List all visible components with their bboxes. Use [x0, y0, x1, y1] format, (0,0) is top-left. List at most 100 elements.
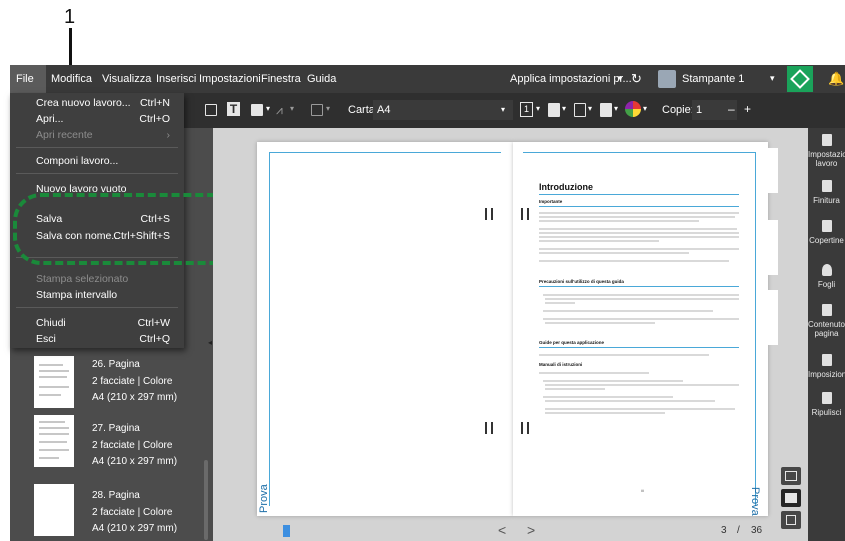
copies-value: 1	[696, 104, 703, 116]
page-number-icon[interactable]: 1	[520, 102, 533, 117]
section-heading: Importante	[539, 199, 563, 204]
job-settings-icon	[821, 134, 832, 146]
menu-finestra[interactable]: Finestra	[261, 73, 301, 85]
current-page[interactable]: 3	[721, 525, 727, 536]
menu-inserisci[interactable]: Inserisci	[156, 73, 196, 85]
layers-icon	[821, 264, 832, 276]
menu-item-open[interactable]: Apri...	[36, 113, 63, 125]
printer-chevron-icon[interactable]: ▾	[770, 73, 775, 84]
panel-collapse-icon[interactable]: ◂	[208, 338, 212, 347]
page-tool-icon[interactable]	[311, 104, 323, 116]
menu-item-print-selected[interactable]: Stampa selezionato	[36, 273, 128, 285]
menu-separator	[16, 307, 178, 308]
thumbnail-item[interactable]: 28. Pagina 2 facciate | Colore A4 (210 x…	[10, 484, 213, 541]
callout-number: 1	[64, 6, 76, 28]
section-rule	[539, 286, 739, 287]
bookmark-icon[interactable]	[283, 525, 290, 537]
section-heading: Manuali di istruzioni	[539, 362, 583, 367]
next-page-button[interactable]: >	[527, 522, 535, 538]
chevron-down-icon[interactable]: ▾	[643, 104, 647, 113]
finishing-label: Finitura	[813, 196, 840, 205]
apply-settings-dropdown[interactable]: Applica impostazioni pr...	[510, 73, 632, 85]
menu-impostazioni[interactable]: Impostazioni	[199, 73, 261, 85]
book-icon	[785, 493, 797, 503]
print-button[interactable]	[787, 66, 813, 92]
page-rule	[755, 152, 756, 506]
cleanup-label: Ripulisci	[811, 408, 842, 417]
cleanup-button[interactable]: Ripulisci	[808, 392, 845, 417]
page-separator: /	[737, 525, 740, 536]
copies-label: Copie:	[662, 104, 694, 116]
page-thumbnail	[34, 415, 74, 467]
thumbnail-sides: 2 facciate | Colore	[92, 440, 173, 451]
thumbnail-item[interactable]: 27. Pagina 2 facciate | Colore A4 (210 x…	[10, 415, 213, 485]
copies-decrease-button[interactable]: –	[728, 102, 735, 116]
thumbnail-title: 26. Pagina	[92, 359, 140, 370]
menu-separator	[16, 147, 178, 148]
chevron-down-icon[interactable]: ▾	[326, 104, 330, 113]
highlight-ring	[13, 193, 239, 265]
total-pages: 36	[751, 525, 763, 536]
single-page-icon	[785, 471, 797, 481]
sheets-button[interactable]: Fogli	[808, 264, 845, 289]
print-diamond-icon	[790, 69, 810, 89]
copies-increase-button[interactable]: +	[744, 102, 751, 116]
menu-guida[interactable]: Guida	[307, 73, 336, 85]
duplex-icon[interactable]	[600, 103, 612, 117]
chevron-down-icon[interactable]: ▾	[266, 104, 270, 113]
covers-button[interactable]: Copertine	[808, 220, 845, 245]
thumbnail-size: A4 (210 x 297 mm)	[92, 523, 178, 534]
imposition-button[interactable]: Imposizione	[808, 354, 845, 379]
menu-item-exit[interactable]: Esci	[36, 333, 56, 345]
chevron-down-icon[interactable]: ▾	[588, 104, 592, 113]
menu-modifica[interactable]: Modifica	[51, 73, 92, 85]
chevron-down-icon[interactable]: ▾	[536, 104, 540, 113]
single-page-view-button[interactable]	[781, 467, 801, 485]
page-footer-number: iii	[641, 488, 644, 493]
page-content-button[interactable]: Contenuto pagina	[808, 304, 845, 338]
sheet-icon	[786, 515, 796, 525]
finishing-button[interactable]: Finitura	[808, 180, 845, 205]
chevron-down-icon[interactable]: ▾	[290, 104, 294, 113]
shortcut-open: Ctrl+O	[139, 113, 170, 125]
left-page[interactable]: Prova	[257, 142, 513, 516]
refresh-icon[interactable]: ↻	[631, 71, 642, 87]
thumbnail-sides: 2 facciate | Colore	[92, 376, 173, 387]
screenshot-stage: 1 File Modifica Visualizza Inserisci Imp…	[0, 0, 845, 541]
proof-watermark: Prova	[258, 484, 270, 513]
paper-select[interactable]: A4 ▾	[373, 100, 513, 120]
heading-rule	[539, 194, 739, 195]
right-page[interactable]: Introduzione Importante Precauzioni sull…	[513, 142, 768, 516]
staple-icon[interactable]	[548, 103, 560, 117]
chevron-down-icon[interactable]: ▾	[562, 104, 566, 113]
section-heading: Precauzioni sull'utilizzo di questa guid…	[539, 279, 624, 284]
section-rule	[539, 347, 739, 348]
shape-tool-icon[interactable]: ⩘	[276, 103, 283, 118]
grid-icon	[821, 354, 832, 366]
sheet-view-button[interactable]	[781, 511, 801, 529]
chevron-down-icon[interactable]: ▾	[614, 104, 618, 113]
menu-item-open-recent[interactable]: Apri recente	[36, 129, 93, 141]
menu-item-new-job[interactable]: Crea nuovo lavoro...	[36, 97, 131, 109]
menu-item-close[interactable]: Chiudi	[36, 317, 66, 329]
rotate-icon[interactable]	[205, 104, 217, 116]
menu-file[interactable]: File	[16, 73, 34, 85]
page-edge-tab	[768, 220, 778, 275]
text-tool-icon[interactable]: T	[227, 102, 240, 116]
menu-item-compose-job[interactable]: Componi lavoro...	[36, 155, 118, 167]
image-tool-icon[interactable]	[251, 104, 263, 116]
menu-item-print-range[interactable]: Stampa intervallo	[36, 289, 117, 301]
right-settings-panel: Impostazioni lavoro Finitura Copertine F…	[808, 128, 845, 541]
job-settings-button[interactable]: Impostazioni lavoro	[808, 134, 845, 168]
spread-view-button[interactable]	[781, 489, 801, 507]
color-icon[interactable]	[625, 101, 641, 117]
menu-visualizza[interactable]: Visualizza	[102, 73, 151, 85]
page-rule	[269, 152, 270, 506]
bell-icon[interactable]: 🔔	[828, 71, 844, 87]
prev-page-button[interactable]: <	[498, 522, 506, 538]
document-heading: Introduzione	[539, 182, 593, 192]
margin-icon[interactable]	[574, 103, 586, 117]
thumbnail-scrollbar[interactable]	[204, 460, 208, 540]
printer-name[interactable]: Stampante 1	[682, 73, 744, 85]
chevron-down-icon: ▾	[618, 73, 623, 83]
